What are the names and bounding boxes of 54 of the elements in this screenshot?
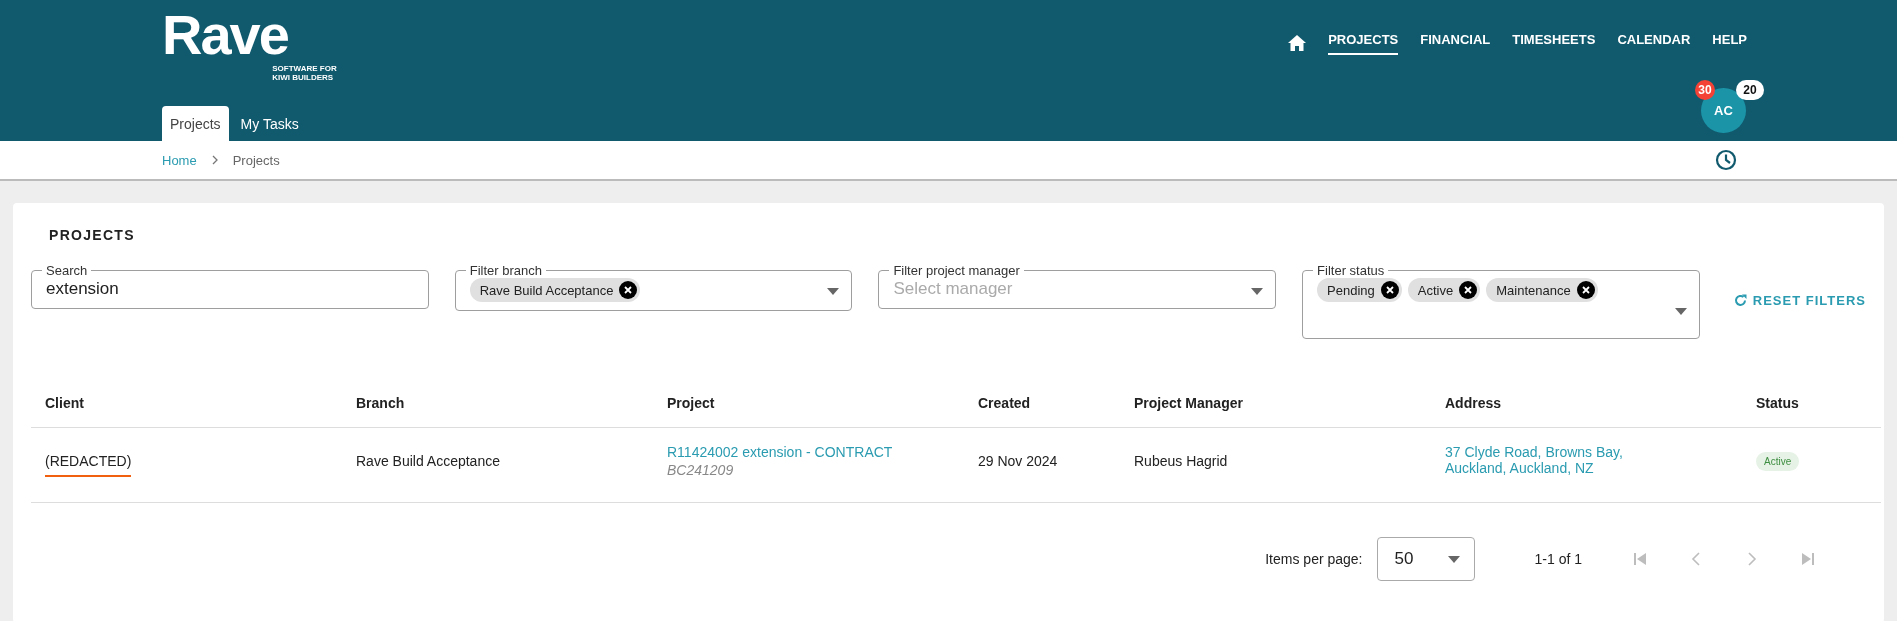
- items-per-page-label: Items per page:: [1265, 551, 1363, 567]
- logo-wordmark: Rave: [162, 10, 288, 60]
- status-chip: Active: [1756, 451, 1800, 471]
- nav-link[interactable]: CALENDAR: [1617, 30, 1691, 55]
- remove-icon[interactable]: [619, 281, 638, 299]
- notification-badge: 20: [1736, 80, 1764, 100]
- remove-icon[interactable]: [1459, 281, 1478, 299]
- remove-icon[interactable]: [1380, 281, 1399, 299]
- chevron-icon: [210, 155, 219, 165]
- project-code: BC241209: [667, 462, 735, 478]
- field-label: Search: [45, 263, 89, 278]
- section-title: PROJECTS: [49, 227, 136, 243]
- text-input[interactable]: Select manager: [893, 279, 1244, 299]
- column-header: Branch: [342, 379, 653, 428]
- column-header: Status: [1742, 379, 1881, 428]
- notification-badge: 30: [1695, 80, 1715, 100]
- table-cell: Rave Build Acceptance: [356, 453, 500, 469]
- nav-link[interactable]: TIMESHEETS: [1512, 30, 1596, 55]
- column-header: Client: [31, 379, 342, 428]
- page-size-select[interactable]: 50: [1376, 537, 1475, 581]
- filter-chip[interactable]: Active: [1407, 278, 1481, 302]
- caret-icon: [1674, 308, 1687, 315]
- search-field[interactable]: Search extension: [31, 263, 429, 309]
- column-header: Created: [964, 379, 1120, 428]
- logo-tagline: SOFTWARE FOR KIWI BUILDERS: [272, 64, 337, 82]
- nav-link[interactable]: HELP: [1712, 30, 1747, 55]
- home-icon[interactable]: [1288, 34, 1307, 51]
- caret-icon: [1251, 288, 1264, 295]
- filter-chip[interactable]: Pending: [1317, 278, 1402, 302]
- caret-icon: [1447, 555, 1460, 563]
- column-header: Project Manager: [1120, 379, 1431, 428]
- field-label: Filter project manager: [892, 263, 1021, 278]
- filter-select[interactable]: Filter status Pending Active Maintenance: [1302, 263, 1700, 339]
- nav-link[interactable]: PROJECTS: [1328, 30, 1399, 55]
- filter-chip[interactable]: Rave Build Acceptance: [469, 278, 641, 302]
- nav-link[interactable]: FINANCIAL: [1420, 30, 1491, 55]
- field-label: Filter branch: [468, 263, 543, 278]
- refresh-icon: [1733, 294, 1747, 307]
- filter-select[interactable]: Filter branch Rave Build Acceptance: [454, 263, 853, 311]
- tab[interactable]: Projects: [162, 106, 229, 141]
- column-header: Address: [1431, 379, 1742, 428]
- clock-icon[interactable]: [1715, 149, 1737, 171]
- column-header: Project: [653, 379, 964, 428]
- remove-icon[interactable]: [1576, 281, 1595, 299]
- field-label: Filter status: [1316, 263, 1386, 278]
- table-cell: Rubeus Hagrid: [1134, 453, 1228, 469]
- filter-chip[interactable]: Maintenance: [1486, 278, 1598, 302]
- page-range: 1-1 of 1: [1534, 551, 1582, 567]
- caret-icon: [827, 288, 840, 295]
- text-input[interactable]: extension: [46, 279, 416, 299]
- filter-select[interactable]: Filter project manager Select manager: [878, 263, 1277, 309]
- table-cell: 29 Nov 2024: [978, 453, 1058, 469]
- tab[interactable]: My Tasks: [232, 106, 307, 141]
- table-cell: (REDACTED): [45, 453, 132, 477]
